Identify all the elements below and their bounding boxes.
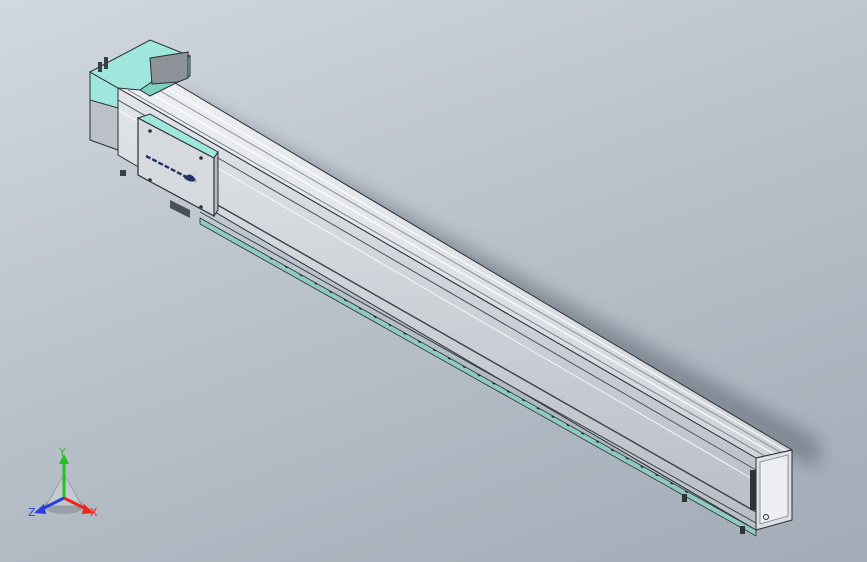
- orientation-triad[interactable]: Y X Z: [24, 446, 108, 526]
- linear-actuator-model[interactable]: [0, 0, 867, 562]
- y-axis-label: Y: [58, 446, 66, 459]
- z-axis-label: Z: [28, 506, 36, 519]
- x-axis-label: X: [90, 506, 98, 519]
- graphics-viewport[interactable]: Y X Z: [0, 0, 867, 562]
- rail-body: [116, 79, 794, 537]
- right-end-cap: [750, 449, 793, 531]
- z-axis-head: [34, 504, 46, 514]
